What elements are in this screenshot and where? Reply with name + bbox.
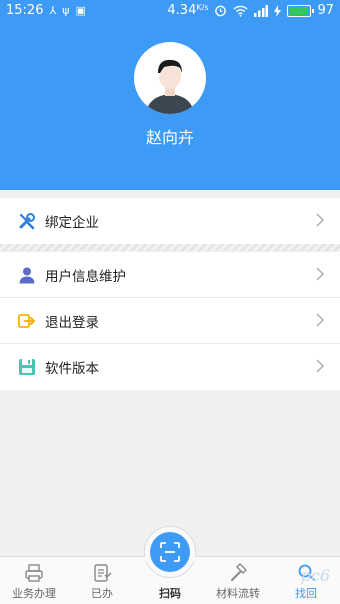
user-name: 赵向卉 (145, 128, 194, 147)
floppy-disk-icon (18, 358, 36, 376)
watermark: pc6 (300, 566, 330, 585)
menu-item-label: 软件版本 (45, 361, 99, 377)
battery-icon (287, 4, 315, 17)
battery-level: 97 (317, 3, 334, 18)
status-time: 15:26 (6, 3, 44, 18)
profile-header: 15:26 ⅄ ψ ▣ 4.34K/s 97 赵向卉 (0, 0, 340, 190)
tab-label: 材料流转 (216, 587, 260, 600)
network-speed-unit: K/s (196, 3, 209, 12)
chevron-right-icon (316, 213, 324, 227)
scan-icon (160, 542, 180, 562)
account-section: 用户信息维护 退出登录 软件版本 (0, 252, 340, 390)
status-bar: 15:26 ⅄ ψ ▣ 4.34K/s 97 (0, 0, 340, 22)
menu-item-user-info[interactable]: 用户信息维护 (0, 252, 340, 298)
section-divider (0, 244, 340, 251)
tab-business[interactable]: 业务办理 (0, 557, 68, 604)
chevron-right-icon (316, 313, 324, 327)
chevron-right-icon (316, 359, 324, 373)
scan-button[interactable] (150, 532, 190, 572)
network-speed: 4.34K/s (167, 3, 208, 18)
logout-icon (18, 312, 36, 330)
tab-done[interactable]: 已办 (68, 557, 136, 604)
tab-label: 已办 (91, 587, 113, 600)
tab-label: 扫码 (159, 587, 181, 600)
image-icon: ▣ (75, 3, 86, 17)
menu-item-label: 绑定企业 (45, 215, 99, 231)
hammer-icon (231, 563, 247, 581)
bind-company-section: 绑定企业 (0, 198, 340, 244)
network-speed-value: 4.34 (167, 3, 197, 18)
signal-icon (254, 4, 269, 17)
menu-item-logout[interactable]: 退出登录 (0, 298, 340, 344)
tools-icon (18, 212, 36, 230)
tab-label: 找回 (295, 587, 317, 600)
menu-item-bind-company[interactable]: 绑定企业 (0, 198, 340, 244)
wifi-icon (233, 5, 249, 17)
charging-icon (274, 4, 282, 17)
tab-label: 业务办理 (12, 587, 56, 600)
user-icon (18, 266, 36, 284)
menu-item-label: 用户信息维护 (45, 268, 126, 285)
debug-icon: ψ (62, 3, 70, 17)
menu-item-label: 退出登录 (45, 314, 99, 331)
avatar[interactable] (134, 42, 206, 114)
tab-materials[interactable]: 材料流转 (204, 557, 272, 604)
usb-icon: ⅄ (49, 3, 57, 17)
menu-item-software-version[interactable]: 软件版本 (0, 344, 340, 390)
document-check-icon (94, 564, 112, 582)
printer-icon (25, 564, 43, 582)
chevron-right-icon (316, 267, 324, 281)
alarm-icon (215, 5, 227, 17)
user-avatar-icon (146, 59, 194, 114)
